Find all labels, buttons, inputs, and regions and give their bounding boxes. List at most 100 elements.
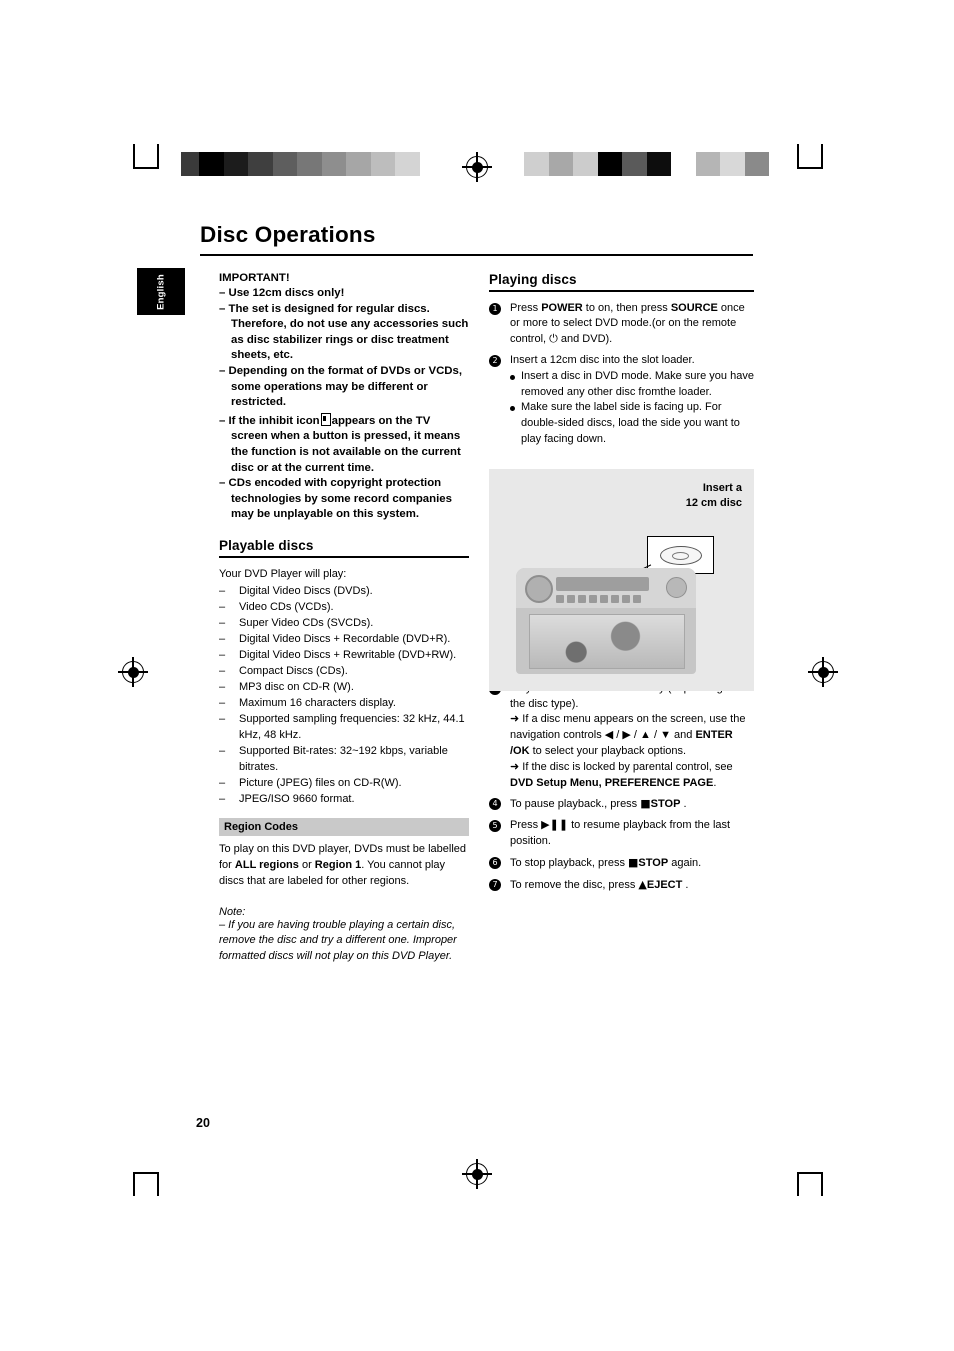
step-6-text-a: To stop playback, press bbox=[510, 856, 629, 869]
list-item-text: Digital Video Discs + Recordable (DVD+R)… bbox=[239, 633, 451, 646]
region-text-2: or bbox=[298, 859, 315, 872]
list-item-text: Video CDs (VCDs). bbox=[239, 601, 334, 614]
list-item-text: Supported Bit-rates: 32~192 kbps, variab… bbox=[239, 745, 448, 774]
device-display bbox=[556, 577, 649, 591]
step-1-text-a: Press bbox=[510, 301, 542, 314]
illustration-caption-line-1: Insert a bbox=[702, 482, 742, 494]
list-item: – Supported Bit-rates: 32~192 kbps, varia… bbox=[219, 745, 448, 774]
list-item: – Video CDs (VCDs). bbox=[219, 601, 334, 614]
list-item-text: Super Video CDs (SVCDs). bbox=[239, 617, 374, 630]
eject-triangle-icon: ▲ bbox=[638, 877, 647, 891]
screen-image bbox=[530, 615, 684, 668]
region-all-regions: ALL regions bbox=[234, 859, 299, 872]
manual-page: Disc Operations English IMPORTANT! – Use… bbox=[0, 0, 954, 1351]
step-2: 2 Insert a 12cm disc into the slot loade… bbox=[489, 353, 754, 448]
step-7-text-a: To remove the disc, press bbox=[510, 878, 639, 891]
step-2-bullet-1-text: Insert a disc in DVD mode. Make sure you… bbox=[521, 369, 754, 398]
list-item: – Maximum 16 characters display. bbox=[219, 697, 396, 710]
important-item-4: – If the inhibit icon appears on the TV s… bbox=[219, 412, 461, 474]
power-label: POWER bbox=[541, 301, 583, 314]
step-2-number: 2 bbox=[489, 354, 501, 367]
disc-hub-icon bbox=[672, 552, 689, 560]
insert-disc-illustration: Insert a 12 cm disc bbox=[489, 469, 754, 691]
playable-discs-rule bbox=[219, 555, 469, 558]
playing-discs-heading: Playing discs bbox=[489, 272, 577, 287]
dvd-player-illustration bbox=[516, 568, 696, 674]
list-item: – Picture (JPEG) files on CD-R(W). bbox=[219, 777, 402, 790]
list-item: – Digital Video Discs + Rewritable (DVD+R… bbox=[219, 649, 457, 662]
important-item-3: – Depending on the format of DVDs or VCD… bbox=[219, 364, 463, 409]
source-label: SOURCE bbox=[670, 301, 718, 314]
illustration-caption-line-2: 12 cm disc bbox=[685, 497, 742, 509]
note-label: Note: bbox=[219, 905, 246, 918]
stop-square-icon: ■ bbox=[628, 855, 639, 869]
step-4-text-b: . bbox=[680, 798, 687, 811]
important-item-1: – Use 12cm discs only! bbox=[219, 287, 345, 299]
list-item-text: MP3 disc on CD-R (W). bbox=[239, 681, 354, 694]
stop-square-icon: ■ bbox=[640, 797, 651, 811]
list-item: – Super Video CDs (SVCDs). bbox=[219, 617, 374, 630]
device-screen bbox=[529, 614, 685, 669]
bullet-icon bbox=[510, 374, 515, 380]
step-6: 6 To stop playback, press ■STOP again. bbox=[489, 855, 754, 872]
list-item-text: JPEG/ISO 9660 format. bbox=[239, 793, 355, 806]
playable-discs-list: – Digital Video Discs (DVDs). – Video CDs … bbox=[219, 583, 469, 807]
page-number: 20 bbox=[196, 1116, 210, 1130]
page-title: Disc Operations bbox=[200, 222, 376, 247]
important-item-2: – The set is designed for regular discs.… bbox=[219, 302, 469, 362]
step-5-number: 5 bbox=[489, 820, 501, 833]
inhibit-icon bbox=[320, 412, 331, 426]
list-item-text: Picture (JPEG) files on CD-R(W). bbox=[239, 777, 402, 790]
step-5-text: Press ▶❚❚ to resume playback from the la… bbox=[510, 819, 731, 847]
playing-discs-rule bbox=[489, 290, 754, 292]
region-region-1: Region 1 bbox=[314, 859, 362, 872]
list-item: – MP3 disc on CD-R (W). bbox=[219, 681, 354, 694]
language-tab-label: English bbox=[155, 273, 167, 310]
region-codes-text: To play on this DVD player, DVDs must be… bbox=[219, 842, 469, 889]
device-front-panel bbox=[516, 568, 696, 608]
step-2-bullet-2: Make sure the label side is facing up. F… bbox=[510, 400, 754, 447]
region-codes-heading: Region Codes bbox=[219, 818, 469, 837]
step-2-bullet-2-text: Make sure the label side is facing up. F… bbox=[521, 401, 740, 445]
bullet-icon bbox=[510, 406, 515, 412]
step-2-text: Insert a 12cm disc into the slot loader. bbox=[510, 353, 695, 366]
list-item: – Supported sampling frequencies: 32 kHz,… bbox=[219, 713, 465, 742]
step-1: 1 Press POWER to on, then press SOURCE o… bbox=[489, 301, 754, 348]
language-tab: English bbox=[137, 268, 185, 315]
step-4: 4 To pause playback., press ■STOP . bbox=[489, 796, 754, 813]
step-1-number: 1 bbox=[489, 302, 501, 315]
device-button-row bbox=[556, 595, 656, 603]
step-7-number: 7 bbox=[489, 878, 501, 891]
step-5: 5 Press ▶❚❚ to resume playback from the … bbox=[489, 818, 754, 850]
preference-page-label: DVD Setup Menu, PREFERENCE PAGE bbox=[510, 776, 714, 789]
step-4-number: 4 bbox=[489, 798, 501, 811]
important-item-5: – CDs encoded with copyright protection … bbox=[219, 477, 452, 521]
step-2-bullet-1: Insert a disc in DVD mode. Make sure you… bbox=[510, 369, 754, 401]
list-item: – Digital Video Discs + Recordable (DVD+R… bbox=[219, 633, 451, 646]
step-6-text-b: again. bbox=[668, 856, 702, 869]
playable-discs-heading: Playable discs bbox=[219, 537, 314, 553]
eject-label: EJECT bbox=[646, 878, 683, 891]
list-item: – JPEG/ISO 9660 format. bbox=[219, 793, 355, 806]
list-item-text: Maximum 16 characters display. bbox=[239, 697, 396, 710]
title-rule bbox=[200, 254, 753, 257]
secondary-knob-icon bbox=[666, 577, 687, 598]
playable-discs-lead: Your DVD Player will play: bbox=[219, 567, 347, 580]
note-text: – If you are having trouble playing a ce… bbox=[219, 918, 457, 963]
list-item: – Compact Discs (CDs). bbox=[219, 665, 348, 678]
step-3: 3 Playback will start automatically (dep… bbox=[489, 681, 754, 792]
important-list: – Use 12cm discs only! – The set is desi… bbox=[219, 286, 469, 523]
step-3-arrow-2-text-b: . bbox=[713, 776, 717, 789]
step-3-arrow-1: ➜ If a disc menu appears on the screen, … bbox=[510, 712, 754, 759]
step-3-arrow-2: ➜ If the disc is locked by parental cont… bbox=[510, 760, 754, 792]
illustration-caption: Insert a 12 cm disc bbox=[686, 481, 742, 511]
step-3-arrow-1-text-b: to select your playback options. bbox=[529, 744, 687, 757]
stop-label: STOP bbox=[638, 856, 669, 869]
step-7: 7 To remove the disc, press ▲EJECT . bbox=[489, 877, 754, 894]
list-item-text: Digital Video Discs + Rewritable (DVD+RW… bbox=[239, 649, 457, 662]
step-4-text-a: To pause playback., press bbox=[510, 798, 641, 811]
volume-knob-icon bbox=[525, 575, 553, 603]
list-item-text: Digital Video Discs (DVDs). bbox=[239, 585, 373, 598]
important-heading: IMPORTANT! bbox=[219, 272, 290, 284]
list-item-text: Supported sampling frequencies: 32 kHz, … bbox=[239, 713, 465, 742]
